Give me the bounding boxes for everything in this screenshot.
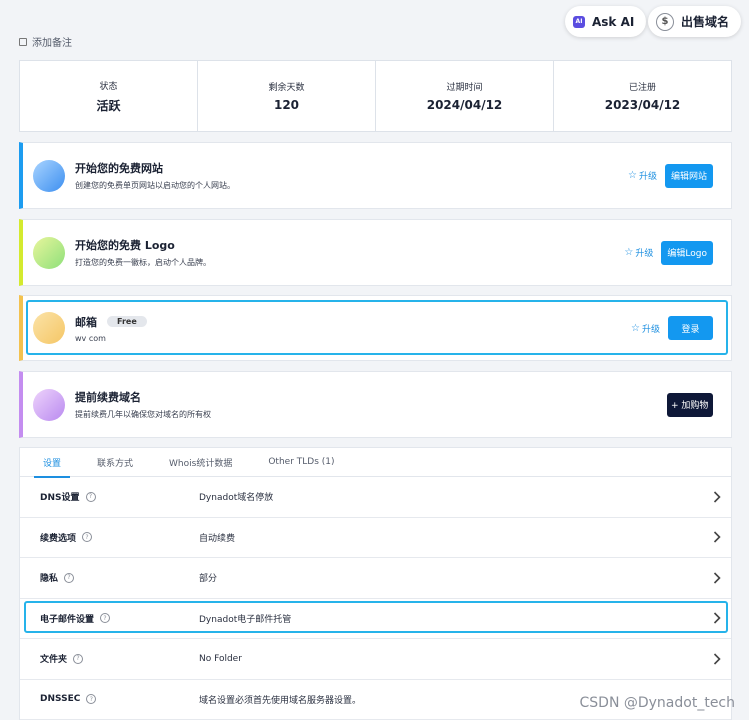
upgrade-link[interactable]: ☆ 升级	[628, 169, 657, 182]
settings-row-email[interactable]: 电子邮件设置? Dynadot电子邮件托管	[20, 599, 731, 639]
add-note-label: 添加备注	[32, 38, 72, 49]
free-badge: Free	[107, 316, 147, 327]
tab-settings[interactable]: 设置	[33, 448, 71, 478]
settings-row-dns[interactable]: DNS设置? Dynadot域名停放	[20, 477, 731, 518]
stat-label: 过期时间	[446, 83, 483, 93]
help-icon[interactable]: ?	[85, 491, 96, 502]
upgrade-label: 升级	[638, 172, 657, 182]
watermark: CSDN @Dynadot_tech	[579, 695, 736, 711]
row-value: 自动续费	[199, 533, 236, 544]
tab-whois-stats[interactable]: Whois统计数据	[169, 448, 232, 477]
card-subtitle: 创建您的免费单页网站以启动您的个人网站。	[75, 181, 235, 190]
upgrade-label: 升级	[641, 324, 660, 335]
settings-row-privacy[interactable]: 隐私? 部分	[20, 558, 731, 599]
chevron-right-icon[interactable]	[711, 531, 723, 543]
card-title: 开始您的免费网站	[75, 162, 163, 175]
note-icon	[19, 37, 27, 46]
card-subtitle: 提前续费几年以确保您对域名的所有权	[75, 410, 211, 419]
stat-registered: 已注册 2023/04/12	[554, 61, 731, 131]
row-value: 部分	[199, 574, 218, 585]
email-avatar	[33, 312, 65, 344]
row-value: No Folder	[199, 653, 242, 664]
chevron-right-icon[interactable]	[711, 491, 723, 503]
settings-row-folder[interactable]: 文件夹? No Folder	[20, 639, 731, 680]
add-note-link[interactable]: 添加备注	[19, 34, 72, 49]
stat-status: 状态 活跃	[20, 61, 198, 131]
help-icon[interactable]: ?	[100, 613, 111, 624]
edit-website-button[interactable]: 编辑网站	[664, 163, 713, 188]
upgrade-label: 升级	[635, 249, 654, 259]
dollar-icon: $	[656, 12, 674, 31]
tab-other-tlds[interactable]: Other TLDs (1)	[268, 448, 334, 477]
card-title-row: 邮箱 Free	[75, 314, 631, 330]
help-icon[interactable]: ?	[73, 653, 84, 664]
stat-label: 剩余天数	[268, 83, 305, 93]
help-icon[interactable]: ?	[86, 694, 97, 705]
card-title: 开始您的免费 Logo	[75, 239, 175, 252]
card-free-logo: 开始您的免费 Logo 打造您的免费一徽标，启动个人品牌。 ☆ 升级 编辑Log…	[19, 219, 732, 286]
ask-ai-button[interactable]: AI Ask AI	[565, 6, 647, 37]
row-value: Dynadot电子邮件托管	[199, 614, 292, 625]
stat-days-left: 剩余天数 120	[198, 61, 376, 131]
help-icon[interactable]: ?	[64, 572, 75, 583]
chevron-right-icon[interactable]	[711, 653, 723, 665]
row-key: 隐私	[40, 574, 59, 585]
row-key: 续费选项	[40, 533, 77, 544]
stat-value: 活跃	[96, 98, 121, 113]
row-key: 电子邮件设置	[40, 614, 95, 625]
tab-contacts[interactable]: 联系方式	[97, 448, 133, 477]
add-to-cart-button[interactable]: + 加购物	[667, 392, 713, 417]
domain-stats: 状态 活跃 剩余天数 120 过期时间 2024/04/12 已注册 2023/…	[19, 60, 732, 132]
sell-domain-label: 出售域名	[681, 15, 730, 29]
upgrade-link[interactable]: ☆ 升级	[624, 246, 653, 259]
help-icon[interactable]: ?	[82, 532, 93, 543]
settings-row-renewal[interactable]: 续费选项? 自动续费	[20, 518, 731, 558]
star-icon: ☆	[628, 170, 637, 181]
row-value: Dynadot域名停放	[199, 493, 274, 504]
card-free-website: 开始您的免费网站 创建您的免费单页网站以启动您的个人网站。 ☆ 升级 编辑网站	[19, 142, 732, 209]
card-title: 提前续费域名	[75, 391, 141, 404]
website-avatar	[33, 159, 65, 192]
settings-panel: 设置 联系方式 Whois统计数据 Other TLDs (1) DNS设置? …	[19, 447, 732, 720]
stat-label: 已注册	[628, 83, 656, 93]
card-renew-domain: 提前续费域名 提前续费几年以确保您对域名的所有权 + 加购物	[19, 371, 732, 438]
chevron-right-icon[interactable]	[711, 572, 723, 584]
card-title: 邮箱	[75, 315, 97, 329]
row-key: 文件夹	[40, 655, 68, 666]
stat-value: 2024/04/12	[426, 98, 503, 112]
chevron-right-icon[interactable]	[711, 612, 723, 624]
stat-value: 120	[273, 98, 300, 112]
login-button[interactable]: 登录	[668, 316, 713, 340]
card-subtitle: 打造您的免费一徽标，启动个人品牌。	[75, 258, 211, 267]
tab-bar: 设置 联系方式 Whois统计数据 Other TLDs (1)	[20, 448, 731, 478]
email-address: wv com	[75, 333, 106, 343]
sell-domain-button[interactable]: $ 出售域名	[648, 6, 742, 37]
row-key: DNSSEC	[40, 694, 81, 705]
row-key: DNS设置	[40, 493, 80, 504]
star-icon: ☆	[624, 247, 634, 258]
ai-icon: AI	[573, 15, 585, 28]
ask-ai-label: Ask AI	[592, 14, 635, 29]
stat-value: 2023/04/12	[604, 98, 681, 112]
stat-expiry: 过期时间 2024/04/12	[376, 61, 554, 131]
logo-avatar	[33, 236, 65, 269]
card-email: 邮箱 Free wv com ☆ 升级 登录	[19, 295, 732, 361]
renew-avatar	[33, 388, 65, 421]
upgrade-link[interactable]: ☆ 升级	[631, 322, 660, 335]
star-icon: ☆	[631, 322, 640, 334]
edit-logo-button[interactable]: 编辑Logo	[661, 240, 713, 265]
stat-label: 状态	[99, 81, 118, 92]
